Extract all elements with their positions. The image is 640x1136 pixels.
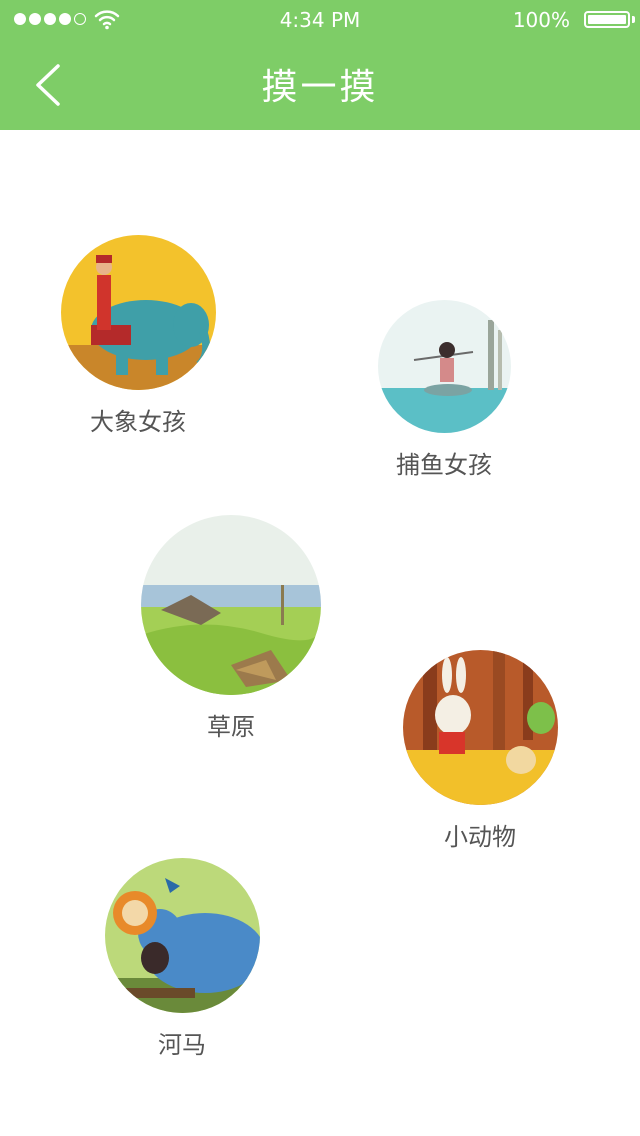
item-label: 草原 [207,713,255,741]
small-animals-illustration[interactable] [402,650,558,805]
elephant-girl-illustration[interactable] [60,235,216,390]
item-label: 捕鱼女孩 [396,451,492,479]
item-label: 小动物 [444,823,516,851]
item-fishing-girl[interactable]: 捕鱼女孩 [364,300,524,480]
item-label: 河马 [158,1031,206,1059]
item-hippo[interactable]: 河马 [92,858,272,1060]
status-bar: 4:34 PM 100% [0,0,640,40]
app-header: 4:34 PM 100% 摸一摸 [0,0,640,130]
battery-icon [584,11,630,28]
item-grassland[interactable]: 草原 [136,515,326,742]
page-title: 摸一摸 [261,67,379,108]
item-label: 大象女孩 [90,408,186,436]
hippo-illustration[interactable] [104,858,260,1013]
item-small-animals[interactable]: 小动物 [390,650,570,852]
item-elephant-girl[interactable]: 大象女孩 [48,235,228,437]
battery-percentage: 100% [512,8,570,32]
fishing-girl-illustration[interactable] [377,300,511,433]
grassland-illustration[interactable] [141,515,321,695]
